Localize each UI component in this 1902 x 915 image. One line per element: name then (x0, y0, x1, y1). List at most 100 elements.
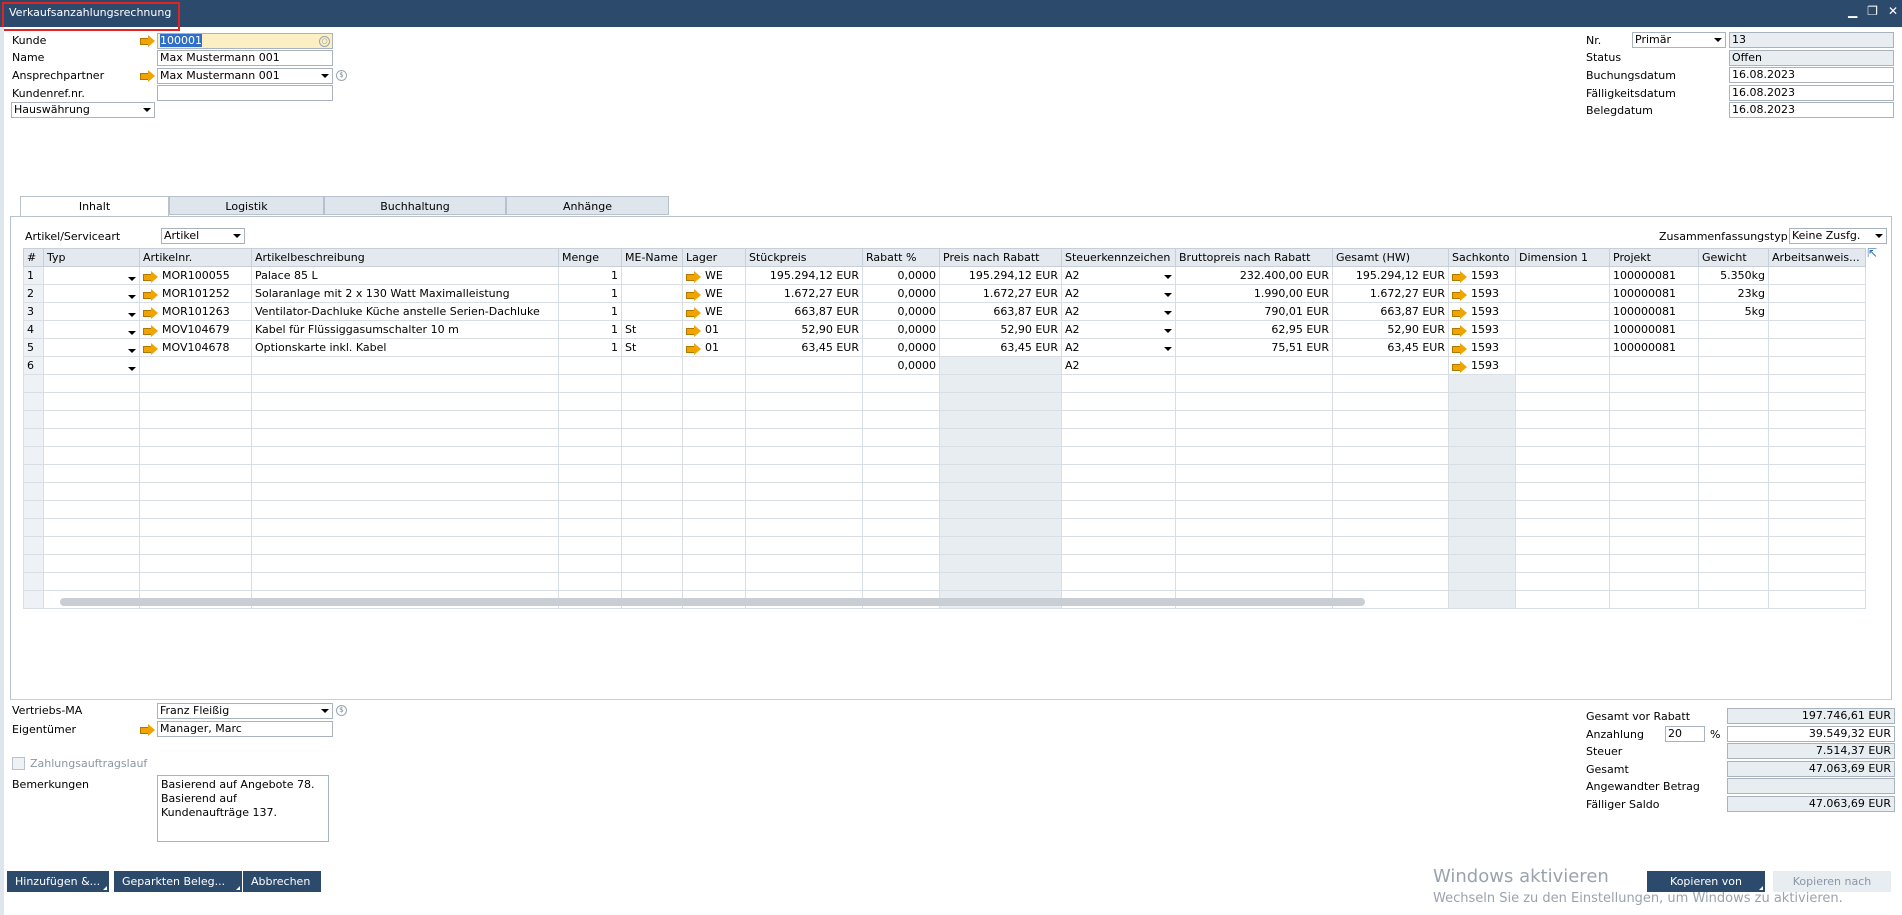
cell-gesamt[interactable] (1332, 356, 1449, 375)
cell-beschreibung[interactable]: Optionskarte inkl. Kabel (251, 338, 559, 357)
cell-steuer[interactable]: A2 (1061, 302, 1176, 321)
cell-arbeit[interactable] (1768, 464, 1866, 483)
cell-sachkonto[interactable]: 1593 (1448, 356, 1516, 375)
cell-lager[interactable]: WE (682, 302, 746, 321)
cell-stueckpreis[interactable] (745, 536, 863, 555)
cell-arbeit[interactable] (1768, 536, 1866, 555)
cell-menge[interactable] (558, 518, 622, 537)
cell-rabatt[interactable]: 0,0000 (862, 356, 940, 375)
cell-beschreibung[interactable]: Solaranlage mit 2 x 130 Watt Maximalleis… (251, 284, 559, 303)
cell-artikelnr[interactable] (139, 428, 252, 447)
artikelart-select[interactable]: Artikel (161, 228, 245, 244)
cell-dimension[interactable] (1515, 536, 1610, 555)
cell-sachkonto[interactable]: 1593 (1448, 320, 1516, 339)
kunde-link-arrow-icon[interactable] (140, 35, 155, 47)
cell-rabatt[interactable] (862, 518, 940, 537)
kundenref-field[interactable] (157, 85, 333, 101)
faelligkeitsdatum-field[interactable]: 16.08.2023 (1729, 85, 1894, 101)
cell-beschreibung[interactable] (251, 500, 559, 519)
cell-rabatt[interactable] (862, 536, 940, 555)
column-header[interactable]: Bruttopreis nach Rabatt (1175, 248, 1333, 267)
cell-steuer[interactable]: A2 (1061, 320, 1176, 339)
cell-sachkonto[interactable] (1448, 410, 1516, 429)
cell-dimension[interactable] (1515, 590, 1610, 609)
cell-projekt[interactable]: 100000081 (1609, 284, 1699, 303)
cell-projekt[interactable] (1609, 356, 1699, 375)
table-row[interactable] (23, 518, 1866, 537)
cell-projekt[interactable] (1609, 446, 1699, 465)
cell-projekt[interactable]: 100000081 (1609, 320, 1699, 339)
cell-steuer[interactable] (1061, 572, 1176, 591)
cell-projekt[interactable]: 100000081 (1609, 338, 1699, 357)
cell-artikelnr[interactable] (139, 464, 252, 483)
waehrung-select[interactable]: Hauswährung (11, 102, 155, 118)
cell-me[interactable] (621, 410, 683, 429)
cell-preis_rabatt[interactable] (939, 356, 1062, 375)
cell-brutto[interactable]: 1.990,00 EUR (1175, 284, 1333, 303)
cell-sachkonto[interactable]: 1593 (1448, 302, 1516, 321)
cell-rabatt[interactable] (862, 500, 940, 519)
belegdatum-field[interactable]: 16.08.2023 (1729, 102, 1894, 118)
link-arrow-icon[interactable] (686, 324, 702, 337)
cell-beschreibung[interactable] (251, 392, 559, 411)
cell-artikelnr[interactable]: MOR101252 (139, 284, 252, 303)
info-icon[interactable]: $ (336, 705, 347, 716)
cell-dimension[interactable] (1515, 410, 1610, 429)
column-header[interactable]: Gewicht (1698, 248, 1769, 267)
cell-dimension[interactable] (1515, 518, 1610, 537)
cell-menge[interactable] (558, 356, 622, 375)
cell-typ[interactable] (43, 446, 140, 465)
column-header[interactable]: Preis nach Rabatt (939, 248, 1062, 267)
cell-typ[interactable] (43, 338, 140, 357)
table-row[interactable]: 2 MOR101252 Solaranlage mit 2 x 130 Watt M… (23, 284, 1866, 303)
cell-artikelnr[interactable] (139, 500, 252, 519)
cell-sachkonto[interactable]: 1593 (1448, 284, 1516, 303)
column-header[interactable]: Dimension 1 (1515, 248, 1610, 267)
cell-gesamt[interactable] (1332, 554, 1449, 573)
cell-rabatt[interactable]: 0,0000 (862, 338, 940, 357)
cell-rabatt[interactable] (862, 446, 940, 465)
cell-gesamt[interactable] (1332, 446, 1449, 465)
cell-brutto[interactable] (1175, 482, 1333, 501)
cell-preis_rabatt[interactable] (939, 428, 1062, 447)
column-header[interactable]: ME-Name (621, 248, 683, 267)
cell-arbeit[interactable] (1768, 284, 1866, 303)
cell-me[interactable] (621, 356, 683, 375)
column-header[interactable]: Artikelbeschreibung (251, 248, 559, 267)
table-row[interactable] (23, 410, 1866, 429)
restore-icon[interactable]: ❐ (1867, 4, 1878, 18)
cell-artikelnr[interactable] (139, 554, 252, 573)
cell-sachkonto[interactable]: 1593 (1448, 338, 1516, 357)
cell-lager[interactable] (682, 536, 746, 555)
hinzufuegen-button[interactable]: Hinzufügen &... (7, 871, 109, 892)
abbrechen-button[interactable]: Abbrechen (243, 871, 321, 892)
cell-sachkonto[interactable] (1448, 500, 1516, 519)
cell-rabatt[interactable]: 0,0000 (862, 320, 940, 339)
cell-rabatt[interactable] (862, 572, 940, 591)
cell-projekt[interactable] (1609, 590, 1699, 609)
cell-preis_rabatt[interactable] (939, 374, 1062, 393)
cell-lager[interactable]: 01 (682, 320, 746, 339)
cell-stueckpreis[interactable] (745, 392, 863, 411)
cell-arbeit[interactable] (1768, 266, 1866, 285)
cell-sachkonto[interactable] (1448, 392, 1516, 411)
cell-projekt[interactable] (1609, 374, 1699, 393)
cell-arbeit[interactable] (1768, 500, 1866, 519)
cell-preis_rabatt[interactable]: 663,87 EUR (939, 302, 1062, 321)
cell-preis_rabatt[interactable]: 63,45 EUR (939, 338, 1062, 357)
cell-gesamt[interactable] (1332, 518, 1449, 537)
cell-artikelnr[interactable] (139, 518, 252, 537)
zusammenfassung-select[interactable]: Keine Zusfg. (1789, 228, 1887, 244)
cell-arbeit[interactable] (1768, 320, 1866, 339)
cell-projekt[interactable] (1609, 536, 1699, 555)
cell-beschreibung[interactable] (251, 572, 559, 591)
cell-sachkonto[interactable] (1448, 518, 1516, 537)
geparkten-beleg-button[interactable]: Geparkten Beleg... (114, 871, 242, 892)
cell-sachkonto[interactable] (1448, 374, 1516, 393)
link-arrow-icon[interactable] (1452, 324, 1468, 337)
cell-projekt[interactable] (1609, 410, 1699, 429)
cell-gesamt[interactable] (1332, 572, 1449, 591)
cell-steuer[interactable] (1061, 518, 1176, 537)
column-header[interactable]: Sachkonto (1448, 248, 1516, 267)
cell-gewicht[interactable] (1698, 320, 1769, 339)
